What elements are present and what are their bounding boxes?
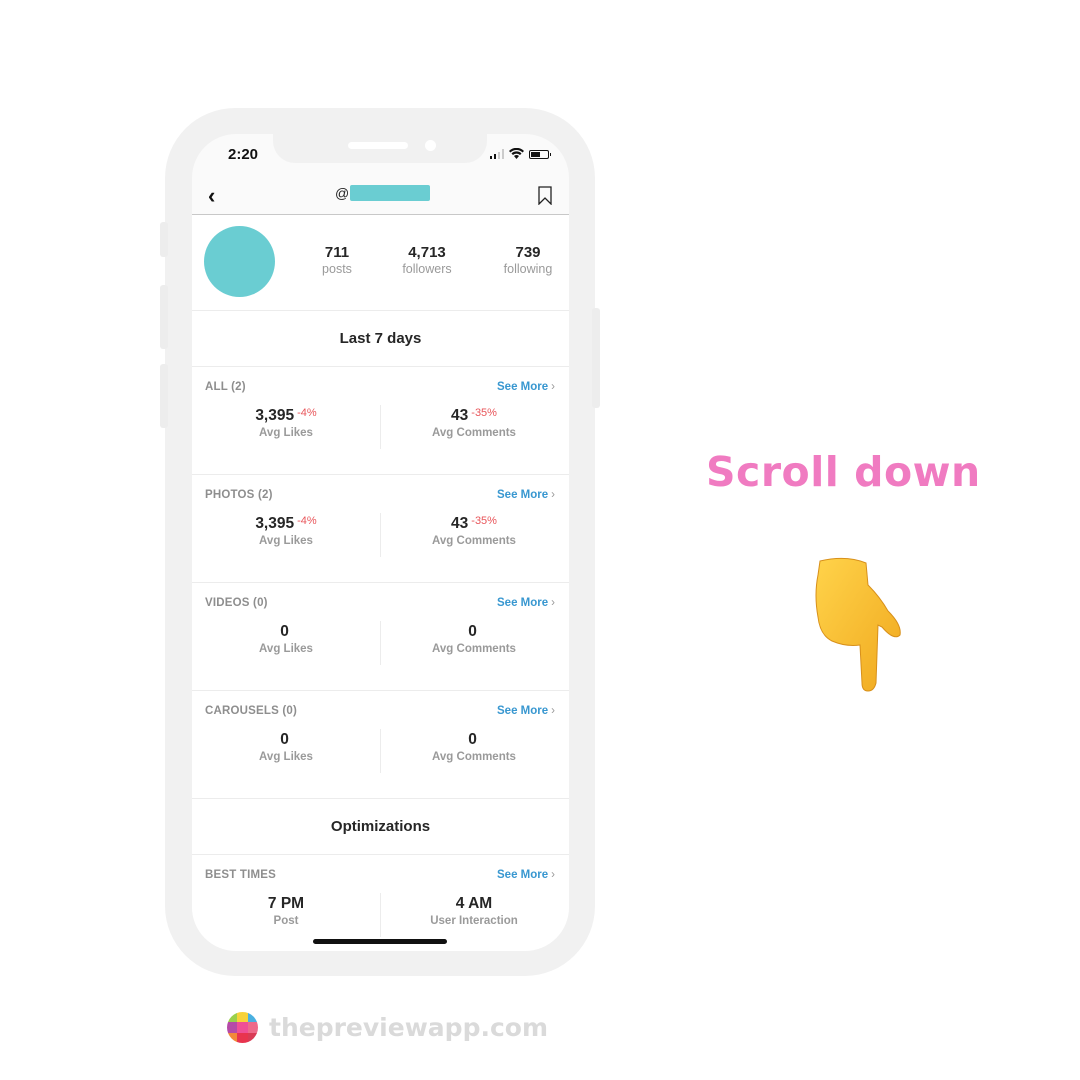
brand-name: thepreviewapp.com	[269, 1013, 549, 1042]
profile-header: 711 posts 4,713 followers 739 following	[192, 215, 569, 311]
metric-label: Avg Likes	[259, 751, 313, 763]
stats-card: CAROUSELS (0) See More › 0 Avg Likes 0 Av…	[192, 691, 569, 799]
stat-following[interactable]: 739 following	[488, 244, 568, 276]
battery-icon	[529, 150, 551, 159]
metric-value: 4 AM	[455, 895, 493, 912]
handle-at: @	[335, 185, 350, 201]
signal-icon	[489, 149, 504, 159]
chevron-left-icon[interactable]: ‹	[208, 185, 215, 207]
avatar[interactable]	[204, 226, 275, 297]
metric-avg-comments: 43 -35% Avg Comments	[380, 407, 568, 439]
metric-value: 0	[468, 623, 477, 640]
metric-label: Avg Comments	[432, 427, 516, 439]
side-button-power	[592, 308, 600, 408]
card-title: ALL (2)	[205, 381, 246, 393]
see-more-link[interactable]: See More ›	[497, 381, 555, 393]
metric-avg-likes: 3,395 -4% Avg Likes	[192, 407, 380, 439]
chevron-right-icon: ›	[551, 705, 555, 717]
metric-delta: -35%	[471, 515, 497, 527]
metric-value: 43	[451, 515, 469, 532]
speaker	[348, 142, 408, 149]
metric-value: 7 PM	[267, 895, 305, 912]
metric-avg-comments: 43 -35% Avg Comments	[380, 515, 568, 547]
card-title: VIDEOS (0)	[205, 597, 268, 609]
notch	[273, 134, 487, 163]
see-more-label: See More	[497, 597, 549, 609]
metric-label: Avg Likes	[259, 535, 313, 547]
stat-value: 711	[324, 244, 350, 261]
metric-delta: -4%	[297, 515, 317, 527]
wifi-icon	[509, 148, 524, 159]
metric-value: 3,395	[255, 407, 295, 424]
chevron-right-icon: ›	[551, 597, 555, 609]
stats-card: VIDEOS (0) See More › 0 Avg Likes 0 Avg C…	[192, 583, 569, 691]
section-title-last-7-days: Last 7 days	[192, 311, 569, 367]
metric-label: Post	[273, 915, 299, 927]
stat-label: following	[503, 262, 553, 276]
brand-logo-icon	[227, 1012, 258, 1043]
metric-delta: -35%	[471, 407, 497, 419]
stats-card: PHOTOS (2) See More › 3,395 -4% Avg Likes …	[192, 475, 569, 583]
stat-posts[interactable]: 711 posts	[297, 244, 377, 276]
status-icons	[489, 148, 551, 159]
profile-handle: @	[335, 185, 431, 201]
brand-watermark: thepreviewapp.com	[227, 1012, 548, 1043]
see-more-link[interactable]: See More ›	[497, 705, 555, 717]
chevron-right-icon: ›	[551, 381, 555, 393]
metric-label: Avg Likes	[259, 643, 313, 655]
see-more-link[interactable]: See More ›	[497, 869, 555, 881]
section-title-optimizations: Optimizations	[192, 799, 569, 855]
card-title: CAROUSELS (0)	[205, 705, 298, 717]
metric-delta: -4%	[297, 407, 317, 419]
status-time: 2:20	[228, 146, 259, 163]
see-more-label: See More	[497, 489, 549, 501]
redacted-username	[350, 185, 431, 201]
metric-avg-likes: 3,395 -4% Avg Likes	[192, 515, 380, 547]
card-title: BEST TIMES	[205, 869, 277, 881]
metric-value: 0	[280, 623, 289, 640]
metric-avg-comments: 0 Avg Comments	[380, 731, 568, 763]
best-times-card: BEST TIMES See More › 7 PM Post 4 AM User…	[192, 855, 569, 951]
metric-label: Avg Comments	[432, 643, 516, 655]
see-more-label: See More	[497, 381, 549, 393]
stat-value: 4,713	[408, 244, 446, 261]
metric-avg-comments: 0 Avg Comments	[380, 623, 568, 655]
side-button-volume-down	[160, 364, 168, 428]
stat-value: 739	[515, 244, 541, 261]
stat-label: posts	[322, 262, 352, 276]
battery-fill	[531, 152, 540, 157]
chevron-right-icon: ›	[551, 869, 555, 881]
insights-content: 711 posts 4,713 followers 739 following …	[192, 215, 569, 951]
metric-avg-likes: 0 Avg Likes	[192, 731, 380, 763]
scroll-down-caption: Scroll down	[706, 448, 981, 496]
metric-value: 43	[451, 407, 469, 424]
metric-label: Avg Comments	[432, 751, 516, 763]
metric-label: Avg Comments	[432, 535, 516, 547]
side-button-volume-up	[160, 285, 168, 349]
metric-value: 3,395	[255, 515, 295, 532]
metric-value: 0	[280, 731, 289, 748]
metric-interaction-time: 4 AM User Interaction	[380, 895, 568, 927]
metric-post-time: 7 PM Post	[192, 895, 380, 927]
pointing-down-hand-icon	[815, 557, 901, 692]
stats-card: ALL (2) See More › 3,395 -4% Avg Likes 43-…	[192, 367, 569, 475]
see-more-link[interactable]: See More ›	[497, 597, 555, 609]
nav-bar: ‹ @	[192, 178, 569, 215]
see-more-label: See More	[497, 705, 549, 717]
camera	[425, 140, 436, 151]
metric-label: Avg Likes	[259, 427, 313, 439]
stat-label: followers	[402, 262, 452, 276]
see-more-link[interactable]: See More ›	[497, 489, 555, 501]
metric-label: User Interaction	[430, 915, 518, 927]
metric-avg-likes: 0 Avg Likes	[192, 623, 380, 655]
home-indicator[interactable]	[313, 939, 447, 944]
stat-followers[interactable]: 4,713 followers	[387, 244, 467, 276]
side-button-mute	[160, 222, 168, 257]
metric-value: 0	[468, 731, 477, 748]
card-title: PHOTOS (2)	[205, 489, 273, 501]
phone-screen: 2:20 ‹ @ 711 posts 4,713 followers 739 f…	[192, 134, 569, 951]
bookmark-icon[interactable]	[538, 186, 552, 205]
chevron-right-icon: ›	[551, 489, 555, 501]
see-more-label: See More	[497, 869, 549, 881]
